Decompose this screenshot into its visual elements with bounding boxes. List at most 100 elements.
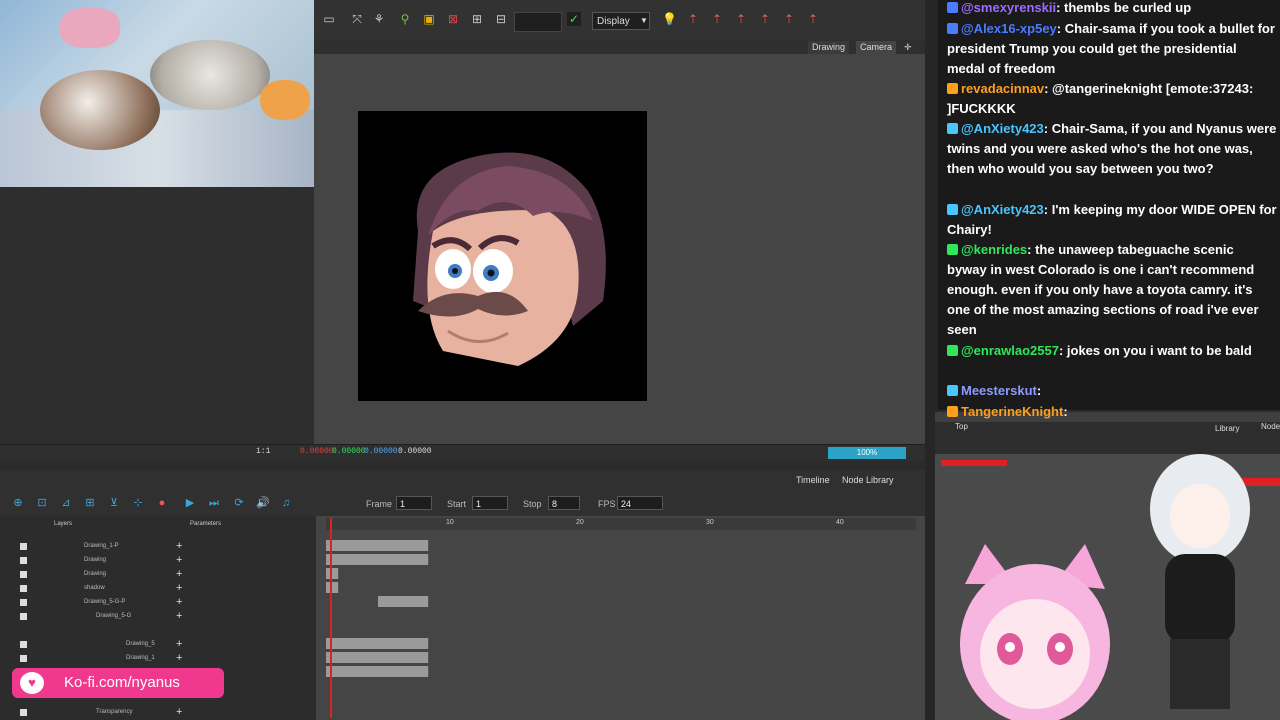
chat-username: @AnXiety423 <box>961 202 1044 217</box>
loop-icon[interactable]: ⟳ <box>233 497 245 509</box>
keyframe-icon-2[interactable]: ⇡ <box>710 12 724 26</box>
tab-drawing[interactable]: Drawing <box>808 41 850 54</box>
peg-tool-icon[interactable]: ⚲ <box>398 12 412 26</box>
exposure-cells[interactable] <box>326 652 429 663</box>
add-icon[interactable]: + <box>176 638 182 651</box>
layer-row[interactable]: Drawing_1 + <box>0 652 316 665</box>
chat-message: @smexyrenskii: thembs be curled up <box>947 0 1277 18</box>
camera-frame[interactable] <box>358 111 647 401</box>
wrench-badge-icon <box>947 385 958 396</box>
chat-text: : thembs be curled up <box>1056 0 1192 15</box>
stream-chat: @smexyrenskii: thembs be curled up @Alex… <box>938 0 1280 410</box>
tool-icon-2[interactable]: ⊡ <box>36 497 48 509</box>
tab-camera[interactable]: Camera <box>856 41 897 54</box>
layer-name: Drawing_5-G-P <box>84 599 126 605</box>
sound-icon[interactable]: 🔊 <box>256 497 270 509</box>
zoom-level[interactable]: 100% <box>828 447 906 459</box>
exposure-cells[interactable] <box>326 568 339 579</box>
layer-row[interactable]: Drawing_1-P + <box>0 540 316 553</box>
exposure-cells[interactable] <box>326 582 339 593</box>
hierarchy-tool-icon[interactable]: ⚘ <box>372 12 386 26</box>
playhead[interactable] <box>330 518 332 718</box>
add-icon[interactable]: + <box>176 706 182 719</box>
exposure-cells[interactable] <box>326 638 429 649</box>
sound-scrub-icon[interactable]: ♫ <box>280 497 292 509</box>
tool-icon-5[interactable]: ⊻ <box>108 497 120 509</box>
chat-message: TangerineKnight: <box>947 402 1277 422</box>
badge-icon <box>947 204 958 215</box>
tool-icon-1[interactable]: ⊕ <box>12 497 24 509</box>
keyframe-icon-1[interactable]: ⇡ <box>686 12 700 26</box>
add-view-icon[interactable]: ✛ <box>900 41 916 54</box>
frame-ruler[interactable]: 10 20 30 40 <box>326 518 916 530</box>
chat-username: TangerineKnight <box>961 404 1064 419</box>
add-icon[interactable]: + <box>176 540 182 553</box>
onion-skin-icon[interactable]: ⊟ <box>494 12 508 26</box>
layer-row[interactable]: shadow + <box>0 582 316 595</box>
stop-input[interactable]: 8 <box>548 496 580 510</box>
blank-dropdown[interactable] <box>514 12 562 32</box>
timeline-toolbar: Timeline Node Library ⊕ ⊡ ⊿ ⊞ ⊻ ⊹ ● ▶ ⏭ … <box>0 470 925 516</box>
view-status-bar: 1:1 0.00000 0.00000 0.00000 0.00000 100% <box>0 444 925 461</box>
keyframe-icon-6[interactable]: ⇡ <box>806 12 820 26</box>
node-box[interactable] <box>941 460 1007 466</box>
toolbar-toggle-icon[interactable]: ▭ <box>322 12 336 26</box>
node-graph-area[interactable] <box>935 454 1280 720</box>
exposure-cells[interactable] <box>378 596 429 607</box>
camera-viewport[interactable] <box>314 54 925 444</box>
add-icon[interactable]: + <box>176 582 182 595</box>
add-icon[interactable]: + <box>176 610 182 623</box>
node-view-panel: TangerineKnight: Top Library Node <box>935 404 1280 720</box>
add-icon[interactable]: + <box>176 554 182 567</box>
chat-message: @kenrides: the unaweep tabeguache scenic… <box>947 240 1277 340</box>
chat-username: Meesterskut <box>961 383 1037 398</box>
stop-label: Stop <box>523 499 542 509</box>
play-forward-icon[interactable]: ⏭ <box>208 497 220 509</box>
exposure-cells[interactable] <box>326 666 429 677</box>
exposure-cells[interactable] <box>326 554 429 565</box>
frame-input[interactable]: 1 <box>396 496 432 510</box>
timeline-grid[interactable]: 10 20 30 40 <box>316 516 925 720</box>
layer-row[interactable]: Drawing + <box>0 568 316 581</box>
tool-icon-3[interactable]: ⊿ <box>60 497 72 509</box>
layer-name: Drawing_5 <box>126 641 155 647</box>
lightbulb-icon[interactable]: 💡 <box>662 12 677 26</box>
chat-username: @enrawlao2557 <box>961 343 1059 358</box>
keyframe-icon-3[interactable]: ⇡ <box>734 12 748 26</box>
node-top-label[interactable]: Top <box>955 422 968 431</box>
layer-row[interactable]: Drawing_5-G-P + <box>0 596 316 609</box>
start-input[interactable]: 1 <box>472 496 508 510</box>
layer-row[interactable]: Drawing_5 + <box>0 638 316 651</box>
tab-node[interactable]: Node <box>1261 422 1280 431</box>
keyframe-icon-4[interactable]: ⇡ <box>758 12 772 26</box>
add-icon[interactable]: + <box>176 568 182 581</box>
chat-username: @kenrides <box>961 242 1028 257</box>
exposure-cells[interactable] <box>326 540 429 551</box>
tab-timeline[interactable]: Timeline <box>796 475 830 485</box>
enable-icon[interactable]: ✓ <box>567 12 581 26</box>
dog-husky-grey <box>150 40 270 110</box>
keyframe-icon-5[interactable]: ⇡ <box>782 12 796 26</box>
add-icon[interactable]: + <box>176 652 182 665</box>
fps-label: FPS <box>598 499 616 509</box>
reset-icon[interactable]: ⊠ <box>446 12 460 26</box>
chat-message: revadacinnav: @tangerineknight [emote:37… <box>947 79 1277 119</box>
chevron-down-icon[interactable]: ▼ <box>640 12 650 30</box>
add-icon[interactable]: + <box>176 596 182 609</box>
tab-node-library[interactable]: Node Library <box>842 475 894 485</box>
tool-icon-4[interactable]: ⊞ <box>84 497 96 509</box>
select-box-icon[interactable]: ▣ <box>422 12 436 26</box>
layer-row[interactable]: Drawing + <box>0 554 316 567</box>
fps-select[interactable]: 24 <box>617 496 663 510</box>
record-icon[interactable]: ● <box>156 497 168 509</box>
layer-row[interactable]: Drawing_5-G + <box>0 610 316 623</box>
dog-husky-brown <box>40 70 160 150</box>
grid-tool-icon[interactable]: ⊞ <box>470 12 484 26</box>
tab-library[interactable]: Library <box>1215 424 1239 433</box>
play-icon[interactable]: ▶ <box>184 497 196 509</box>
transform-tool-icon[interactable]: ⤧ <box>350 12 364 26</box>
layer-row[interactable]: Transparency + <box>0 706 316 719</box>
layer-name: Transparency <box>96 709 133 715</box>
tool-icon-6[interactable]: ⊹ <box>132 497 144 509</box>
parameters-header: Parameters <box>190 521 222 527</box>
